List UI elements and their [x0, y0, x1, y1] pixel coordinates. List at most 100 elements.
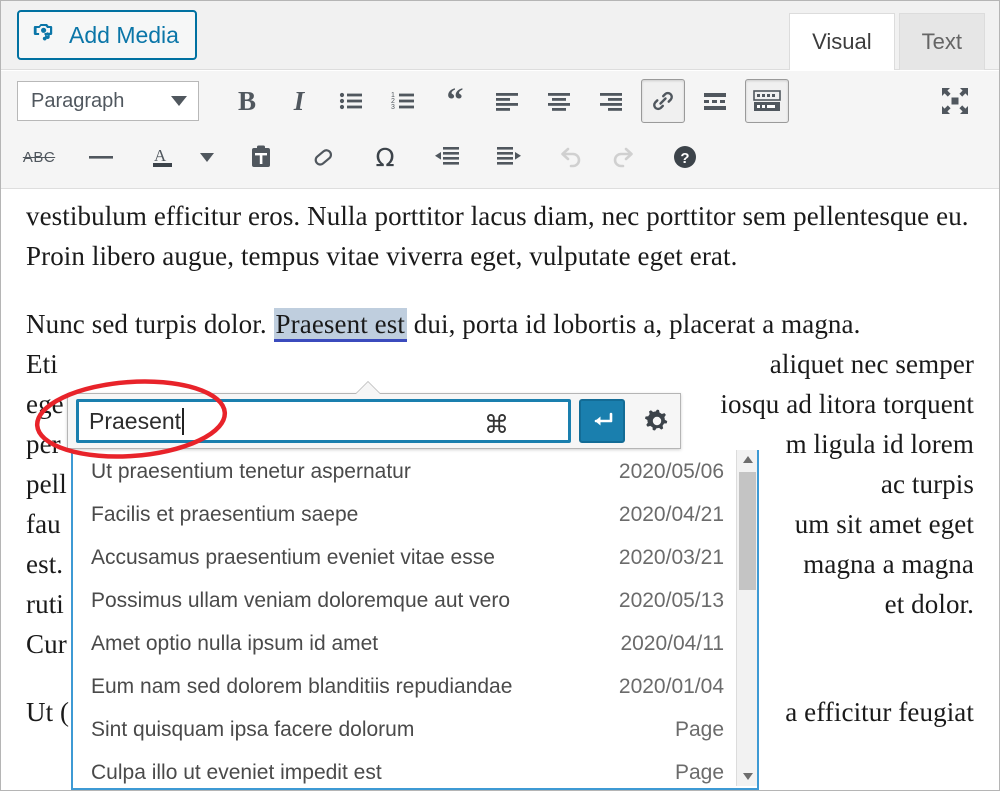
- paragraph-2-text-before: Nunc sed turpis dolor.: [26, 309, 274, 339]
- blockquote-button[interactable]: “: [433, 79, 477, 123]
- media-camera-music-icon: [31, 19, 57, 51]
- text-color-dropdown[interactable]: [193, 135, 221, 179]
- list-item[interactable]: Eum nam sed dolorem blanditiis repudiand…: [73, 665, 738, 708]
- line-left-fragment: per: [26, 429, 61, 459]
- line-left-fragment: pell: [26, 469, 67, 499]
- strikethrough-button[interactable]: ABC: [17, 135, 61, 179]
- line-left-fragment: Cur: [26, 629, 67, 659]
- list-item[interactable]: Amet optio nulla ipsum id amet 2020/04/1…: [73, 622, 738, 665]
- scroll-up-button[interactable]: [737, 450, 757, 469]
- format-select[interactable]: Paragraph: [17, 81, 199, 121]
- line-right-fragment: magna a magna: [803, 549, 974, 579]
- suggestion-title: Accusamus praesentium eveniet vitae esse: [91, 545, 495, 569]
- wordpress-classic-editor: Add Media Visual Text Paragraph B I 1 2 …: [0, 0, 1000, 791]
- format-select-value: Paragraph: [31, 89, 125, 112]
- editor-toolbar: Paragraph B I 1 2 3 “ ABC A Ω ?: [1, 71, 999, 189]
- list-item[interactable]: Sint quisquam ipsa facere dolorum Page: [73, 708, 738, 751]
- link-icon: [653, 91, 673, 111]
- i-beam-cursor-icon: ⌘: [484, 412, 509, 439]
- horizontal-line-button[interactable]: [79, 135, 123, 179]
- clear-formatting-button[interactable]: [301, 135, 345, 179]
- italic-button[interactable]: I: [277, 79, 321, 123]
- suggestion-meta: 2020/04/11: [620, 631, 724, 655]
- italic-icon: I: [293, 85, 305, 116]
- align-center-icon: [548, 93, 570, 111]
- text-color-button[interactable]: A: [141, 135, 185, 179]
- keyboard-toolbar-icon: [753, 90, 781, 111]
- special-character-button[interactable]: Ω: [363, 135, 407, 179]
- list-item[interactable]: Possimus ullam veniam doloremque aut ver…: [73, 579, 738, 622]
- eraser-icon: [314, 149, 333, 166]
- chevron-down-icon: [200, 152, 214, 162]
- selected-link-text[interactable]: Praesent est: [273, 308, 407, 342]
- line-right-fragment: a efficitur feugiat: [785, 697, 974, 727]
- omega-icon: Ω: [375, 142, 395, 172]
- link-url-input-value: Praesent: [89, 407, 182, 434]
- suggestion-meta: 2020/05/06: [618, 459, 724, 483]
- paste-as-text-button[interactable]: [239, 135, 283, 179]
- list-item[interactable]: Accusamus praesentium eveniet vitae esse…: [73, 536, 738, 579]
- line-right-fragment: ac turpis: [880, 469, 974, 499]
- tab-text[interactable]: Text: [898, 13, 985, 70]
- bold-button[interactable]: B: [225, 79, 269, 123]
- link-suggestions-dropdown: Ut praesentium tenetur aspernatur 2020/0…: [71, 450, 759, 790]
- align-right-button[interactable]: [589, 79, 633, 123]
- suggestion-title: Eum nam sed dolorem blanditiis repudiand…: [91, 674, 513, 698]
- svg-text:?: ?: [680, 150, 689, 167]
- redo-button[interactable]: [601, 135, 645, 179]
- paragraph-2-text-after: dui, porta id lobortis a, placerat a mag…: [406, 309, 861, 339]
- fullscreen-arrows-icon: [942, 88, 968, 114]
- read-more-button[interactable]: [693, 79, 737, 123]
- align-left-icon: [496, 93, 518, 111]
- scrollbar-thumb[interactable]: [739, 472, 756, 590]
- list-item[interactable]: Facilis et praesentium saepe 2020/04/21: [73, 493, 738, 536]
- chevron-down-icon: [171, 96, 187, 106]
- toolbar-toggle-button[interactable]: [745, 79, 789, 123]
- indent-button[interactable]: [487, 135, 531, 179]
- outdent-button[interactable]: [425, 135, 469, 179]
- tab-visual[interactable]: Visual: [789, 13, 895, 70]
- list-item[interactable]: Culpa illo ut eveniet impedit est Page: [73, 751, 738, 788]
- gear-icon: [645, 409, 668, 431]
- add-media-button[interactable]: Add Media: [17, 10, 197, 60]
- suggestion-meta: 2020/01/04: [618, 674, 724, 698]
- link-insert-popup: Praesent ⌘: [67, 382, 681, 449]
- text-color-icon: A: [153, 146, 172, 167]
- undo-button[interactable]: [549, 135, 593, 179]
- enter-return-arrow-icon: [594, 412, 613, 426]
- horizontal-rule-icon: [89, 156, 113, 159]
- link-options-button[interactable]: [637, 401, 677, 441]
- link-url-input[interactable]: Praesent ⌘: [76, 399, 571, 443]
- line-left-fragment: Ut (: [26, 697, 70, 727]
- keyboard-shortcuts-button[interactable]: ?: [663, 135, 707, 179]
- suggestion-title: Sint quisquam ipsa facere dolorum: [91, 717, 415, 741]
- bold-icon: B: [237, 85, 256, 116]
- suggestion-title: Amet optio nulla ipsum id amet: [91, 631, 379, 655]
- paragraph-2-line-1: Nunc sed turpis dolor. Praesent est dui,…: [2, 304, 998, 344]
- redo-icon: [613, 147, 633, 168]
- scroll-down-button[interactable]: [737, 767, 757, 786]
- line-left-fragment: Eti: [26, 349, 58, 379]
- strikethrough-icon: ABC: [22, 148, 56, 166]
- align-right-icon: [600, 93, 622, 111]
- apply-link-button[interactable]: [579, 399, 625, 443]
- text-cursor-caret: [182, 407, 185, 435]
- align-left-button[interactable]: [485, 79, 529, 123]
- suggestions-scrollbar[interactable]: [736, 450, 757, 786]
- suggestion-meta: Page: [674, 717, 724, 741]
- suggestion-title: Possimus ullam veniam doloremque aut ver…: [91, 588, 511, 612]
- align-center-button[interactable]: [537, 79, 581, 123]
- numbered-list-button[interactable]: 1 2 3: [381, 79, 425, 123]
- distraction-free-button[interactable]: [933, 79, 977, 123]
- line-right-fragment: um sit amet eget: [794, 509, 974, 539]
- list-item[interactable]: Ut praesentium tenetur aspernatur 2020/0…: [73, 450, 738, 493]
- suggestion-title: Facilis et praesentium saepe: [91, 502, 359, 526]
- suggestion-meta: Page: [674, 760, 724, 784]
- suggestion-meta: 2020/05/13: [618, 588, 724, 612]
- line-right-fragment: aliquet nec semper: [769, 349, 974, 379]
- quote-icon: “: [446, 82, 464, 119]
- bulleted-list-button[interactable]: [329, 79, 373, 123]
- editor-top-bar: Add Media Visual Text: [1, 1, 999, 70]
- insert-link-button[interactable]: [641, 79, 685, 123]
